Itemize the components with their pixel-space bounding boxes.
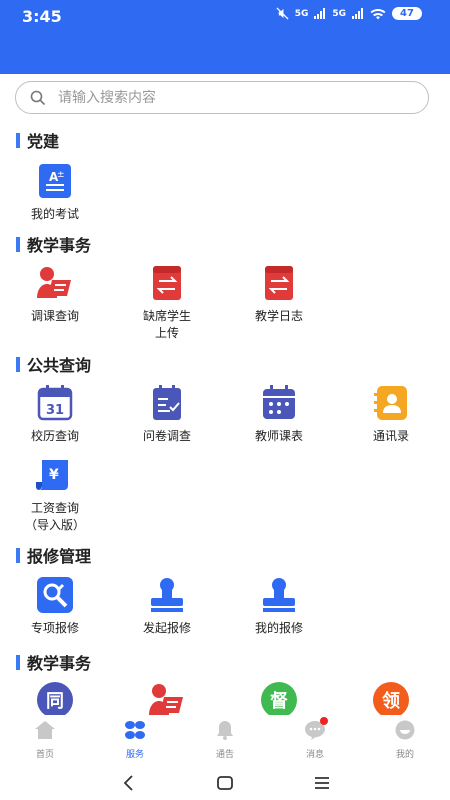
home-square-icon bbox=[217, 775, 233, 790]
tab-messages[interactable]: 消息 bbox=[270, 715, 360, 765]
service-icon bbox=[125, 721, 145, 739]
svg-text:同: 同 bbox=[46, 691, 64, 712]
back-icon bbox=[124, 774, 133, 791]
signal-bars-icon bbox=[352, 8, 363, 19]
search-input[interactable] bbox=[56, 88, 380, 107]
contacts-item[interactable]: 通讯录 bbox=[336, 384, 446, 445]
special-repair-item[interactable]: 专项报修 bbox=[0, 576, 110, 637]
schedule-icon bbox=[260, 384, 298, 422]
survey-item[interactable]: 问卷调查 bbox=[112, 384, 222, 445]
nav-back-button[interactable] bbox=[108, 769, 148, 797]
status-icons: 5G 5G 47 bbox=[276, 7, 422, 20]
calendar-31-icon: 31 bbox=[36, 384, 74, 422]
bell-icon bbox=[217, 721, 233, 740]
course-adjust-icon bbox=[148, 681, 186, 719]
my-repair-item[interactable]: 我的报修 bbox=[224, 576, 334, 637]
tab-notice[interactable]: 通告 bbox=[180, 715, 270, 765]
my-exam-item[interactable]: A ± 我的考试 bbox=[0, 162, 110, 223]
signal-bars-icon bbox=[314, 8, 326, 19]
unread-badge bbox=[320, 717, 328, 725]
du-item[interactable]: 督 bbox=[224, 681, 334, 719]
course-adjust-icon bbox=[36, 264, 74, 302]
menu-icon bbox=[314, 776, 329, 789]
exam-icon: A ± bbox=[36, 162, 74, 200]
contacts-icon bbox=[372, 384, 410, 422]
home-icon bbox=[35, 721, 55, 739]
tong-item[interactable]: 同 bbox=[0, 681, 110, 719]
ling-item[interactable]: 领 bbox=[336, 681, 446, 719]
bottom-tab-bar: 首页 服务 通告 消息 我的 bbox=[0, 715, 450, 765]
teacher-schedule-item[interactable]: 教师课表 bbox=[224, 384, 334, 445]
system-nav-bar bbox=[0, 765, 450, 800]
ling-icon: 领 bbox=[372, 681, 410, 719]
absent-upload-icon bbox=[148, 264, 186, 302]
salary-item[interactable]: ¥ 工资查询 （导入版） bbox=[0, 456, 110, 534]
course-adjust-item-2[interactable] bbox=[112, 681, 222, 719]
section-title-repair: 报修管理 bbox=[16, 543, 91, 567]
battery-indicator: 47 bbox=[392, 7, 422, 20]
course-adjust-item[interactable]: 调课查询 bbox=[0, 264, 110, 325]
tab-service[interactable]: 服务 bbox=[90, 715, 180, 765]
section-title-teaching-2: 教学事务 bbox=[16, 650, 91, 674]
search-bar[interactable] bbox=[15, 81, 429, 114]
svg-text:31: 31 bbox=[46, 403, 64, 418]
teaching-log-item[interactable]: 教学日志 bbox=[224, 264, 334, 325]
absent-upload-item[interactable]: 缺席学生 上传 bbox=[112, 264, 222, 342]
teaching-log-icon bbox=[260, 264, 298, 302]
header-bar: 3:45 5G 5G 47 bbox=[0, 0, 450, 74]
start-repair-item[interactable]: 发起报修 bbox=[112, 576, 222, 637]
signal-5g-2: 5G bbox=[332, 8, 346, 19]
section-title-teaching: 教学事务 bbox=[16, 232, 91, 256]
calendar-item[interactable]: 31 校历查询 bbox=[0, 384, 110, 445]
svg-text:¥: ¥ bbox=[49, 467, 59, 483]
svg-text:领: 领 bbox=[382, 690, 400, 712]
stamp-icon bbox=[148, 576, 186, 614]
search-icon bbox=[30, 90, 46, 105]
signal-5g-1: 5G bbox=[294, 8, 309, 19]
wifi-icon bbox=[370, 8, 386, 19]
repair-tools-icon bbox=[36, 576, 74, 614]
du-icon: 督 bbox=[260, 681, 298, 719]
section-title-public: 公共查询 bbox=[16, 352, 91, 376]
stamp-icon bbox=[260, 576, 298, 614]
profile-icon bbox=[395, 720, 415, 740]
mute-icon bbox=[276, 7, 289, 20]
salary-icon: ¥ bbox=[35, 456, 74, 494]
section-title-party: 党建 bbox=[16, 128, 59, 152]
svg-text:±: ± bbox=[57, 170, 65, 180]
tab-profile[interactable]: 我的 bbox=[360, 715, 450, 765]
survey-icon bbox=[148, 384, 186, 422]
tong-icon: 同 bbox=[36, 681, 74, 719]
status-time: 3:45 bbox=[22, 7, 62, 26]
nav-home-button[interactable] bbox=[205, 769, 245, 797]
tab-home[interactable]: 首页 bbox=[0, 715, 90, 765]
nav-menu-button[interactable] bbox=[302, 769, 342, 797]
svg-text:督: 督 bbox=[270, 690, 288, 712]
